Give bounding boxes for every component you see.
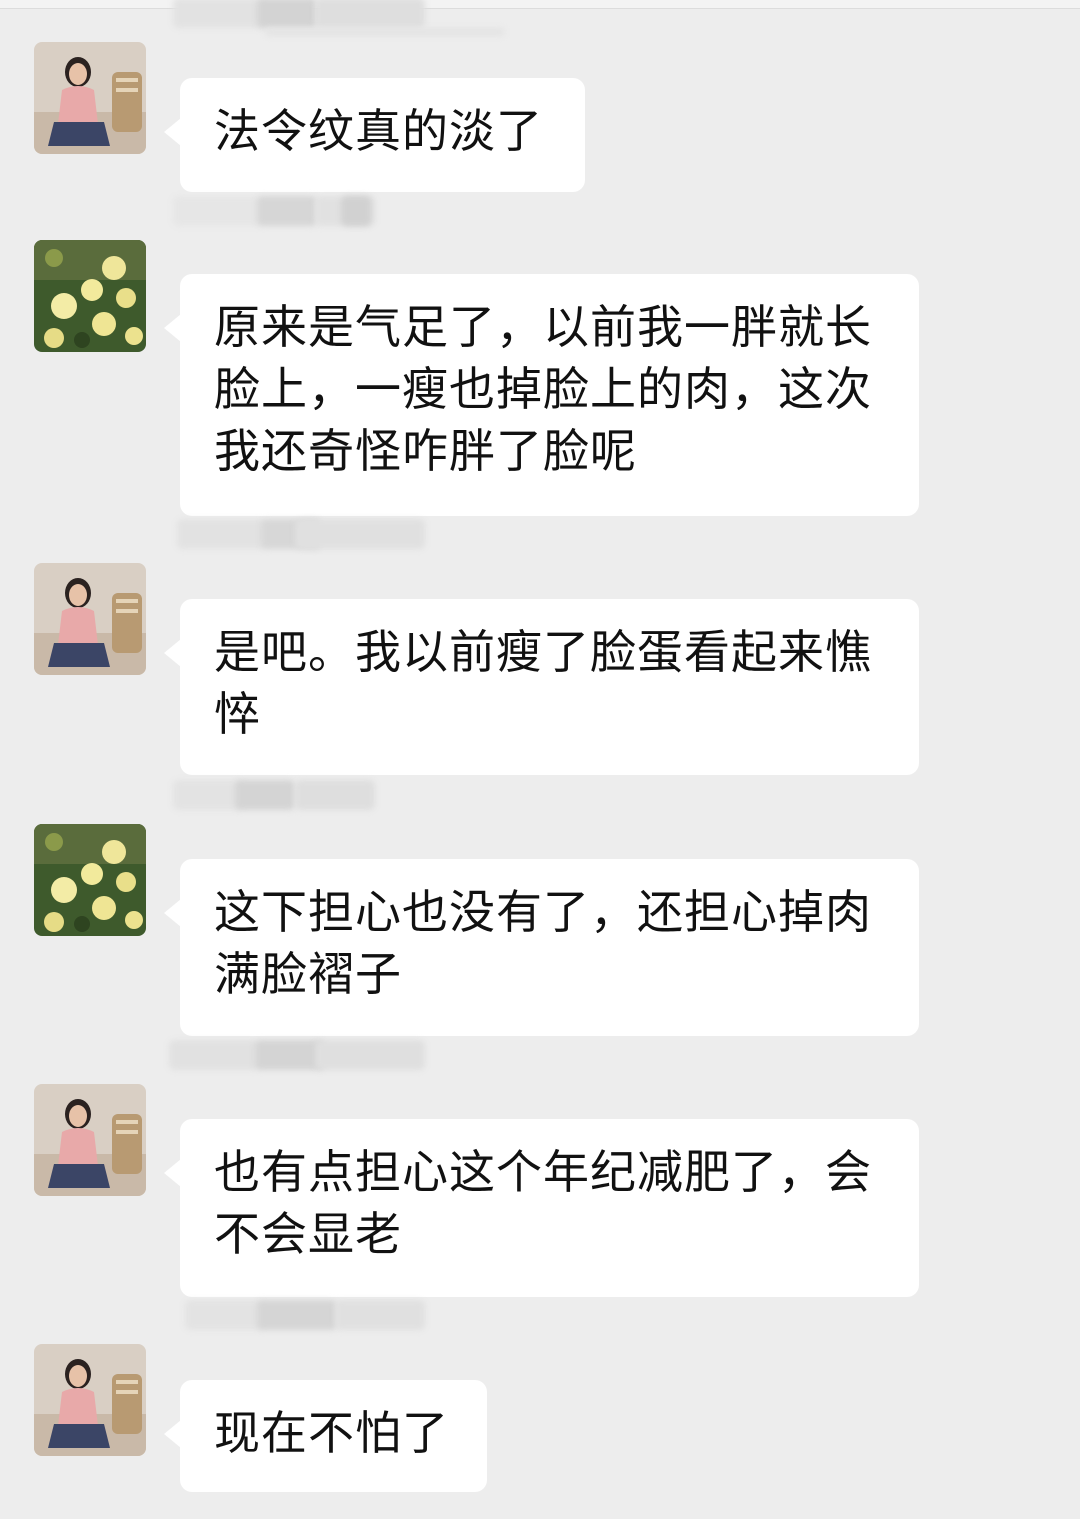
woman-photo-avatar[interactable] — [34, 1084, 146, 1196]
woman-photo-avatar[interactable] — [34, 563, 146, 675]
message-bubble[interactable]: 法令纹真的淡了 — [164, 78, 585, 192]
message-bubble[interactable]: 这下担心也没有了，还担心掉肉满脸褶子 — [164, 859, 919, 1036]
yellow-roses-avatar[interactable] — [34, 824, 146, 936]
woman-photo-avatar[interactable] — [34, 1344, 146, 1456]
message-bubble[interactable]: 也有点担心这个年纪减肥了，会不会显老 — [164, 1119, 919, 1297]
message-text: 这下担心也没有了，还担心掉肉满脸褶子 — [214, 885, 872, 1001]
message-text: 也有点担心这个年纪减肥了，会不会显老 — [214, 1145, 872, 1261]
top-divider — [0, 0, 1080, 9]
woman-photo-avatar[interactable] — [34, 42, 146, 154]
message-text: 现在不怕了 — [214, 1406, 449, 1460]
message-bubble[interactable]: 原来是气足了，以前我一胖就长脸上，一瘦也掉脸上的肉，这次我还奇怪咋胖了脸呢 — [164, 274, 919, 516]
message-text: 法令纹真的淡了 — [214, 104, 543, 158]
message-bubble[interactable]: 现在不怕了 — [164, 1380, 487, 1492]
message-text: 是吧。我以前瘦了脸蛋看起来憔悴 — [214, 625, 872, 741]
yellow-roses-avatar[interactable] — [34, 240, 146, 352]
message-text: 原来是气足了，以前我一胖就长脸上，一瘦也掉脸上的肉，这次我还奇怪咋胖了脸呢 — [214, 300, 872, 478]
message-bubble[interactable]: 是吧。我以前瘦了脸蛋看起来憔悴 — [164, 599, 919, 775]
